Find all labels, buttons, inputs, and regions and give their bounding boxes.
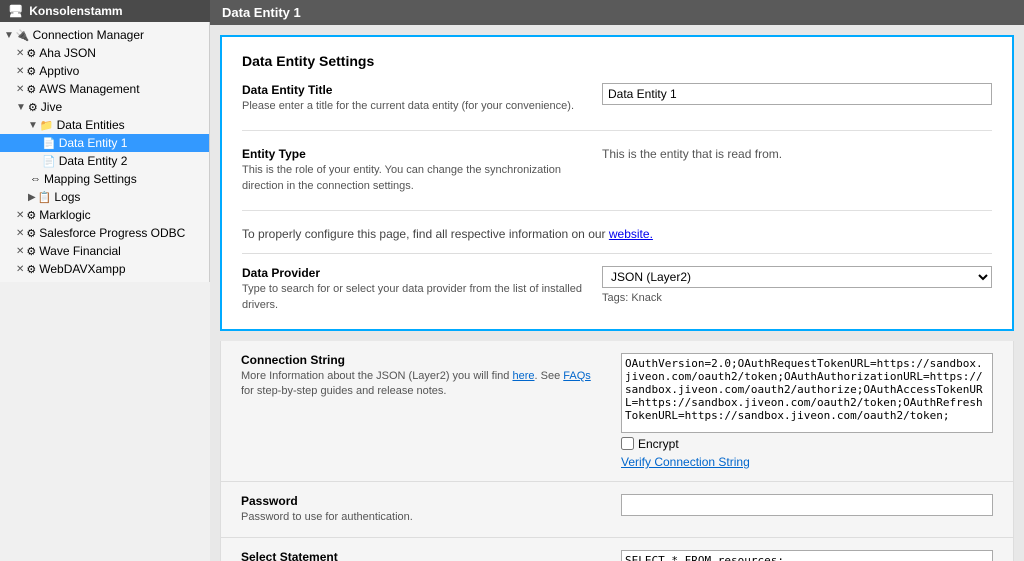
select-statement-section: Select Statement Please specify ... SELE… bbox=[220, 538, 1014, 561]
select-statement-label: Select Statement bbox=[241, 550, 601, 561]
conn-desc-text2: . See bbox=[535, 370, 564, 382]
sidebar-item-logs[interactable]: ▶ 📋 Logs bbox=[0, 188, 209, 206]
connection-manager-icon: 🔌 bbox=[16, 29, 30, 42]
encrypt-checkbox[interactable] bbox=[621, 437, 634, 450]
arrow-icon: ▼ bbox=[4, 30, 14, 41]
conn-desc-text3: for step-by-step guides and release note… bbox=[241, 385, 446, 397]
main-header-title: Data Entity 1 bbox=[222, 5, 301, 20]
encrypt-label: Encrypt bbox=[638, 437, 679, 451]
arrow-icon: ✕ bbox=[16, 210, 24, 221]
salesforce-icon: ⚙ bbox=[26, 227, 36, 240]
konsolenstamm-icon: 🖥 bbox=[8, 4, 23, 18]
sidebar-item-data-entity-2[interactable]: 📄 Data Entity 2 bbox=[0, 152, 209, 170]
data-provider-row: Data Provider Type to search for or sele… bbox=[242, 266, 992, 313]
sidebar-item-webdavxampp[interactable]: ✕ ⚙ WebDAVXampp bbox=[0, 260, 209, 278]
select-statement-textarea[interactable]: SELECT * FROM resources; bbox=[621, 550, 993, 561]
data-provider-label: Data Provider bbox=[242, 266, 586, 280]
webdav-icon: ⚙ bbox=[26, 263, 36, 276]
entity-type-row: Entity Type This is the role of your ent… bbox=[242, 147, 992, 211]
sidebar-label: Marklogic bbox=[39, 208, 90, 222]
marklogic-icon: ⚙ bbox=[26, 209, 36, 222]
info-text: To properly configure this page, find al… bbox=[242, 227, 609, 241]
arrow-icon: ✕ bbox=[16, 48, 24, 59]
sidebar-label: AWS Management bbox=[39, 82, 139, 96]
sidebar-item-salesforce[interactable]: ✕ ⚙ Salesforce Progress ODBC bbox=[0, 224, 209, 242]
entity-type-value: This is the entity that is read from. bbox=[602, 147, 782, 161]
conn-desc-text1: More Information about the JSON (Layer2)… bbox=[241, 370, 512, 382]
entity-type-label: Entity Type bbox=[242, 147, 586, 161]
info-bar: To properly configure this page, find al… bbox=[242, 227, 992, 241]
sidebar-label: Data Entity 1 bbox=[59, 136, 128, 150]
logs-icon: 📋 bbox=[38, 191, 52, 204]
arrow-icon: ▼ bbox=[16, 102, 26, 113]
connection-string-label: Connection String bbox=[241, 353, 601, 367]
arrow-icon: ✕ bbox=[16, 246, 24, 257]
sidebar-label: Jive bbox=[41, 100, 62, 114]
conn-faqs-link[interactable]: FAQs bbox=[563, 370, 591, 382]
arrow-icon: ✕ bbox=[16, 84, 24, 95]
entity-type-desc: This is the role of your entity. You can… bbox=[242, 163, 586, 194]
arrow-icon: ✕ bbox=[16, 66, 24, 77]
sidebar-header: 🖥 Konsolenstamm bbox=[0, 0, 210, 22]
sidebar-label: Mapping Settings bbox=[44, 172, 137, 186]
sidebar-item-marklogic[interactable]: ✕ ⚙ Marklogic bbox=[0, 206, 209, 224]
data-provider-select[interactable]: JSON (Layer2) bbox=[602, 266, 992, 288]
sidebar-label: Data Entities bbox=[57, 118, 125, 132]
connection-string-textarea[interactable]: OAuthVersion=2.0;OAuthRequestTokenURL=ht… bbox=[621, 353, 993, 433]
jive-icon: ⚙ bbox=[28, 101, 38, 114]
connection-string-desc: More Information about the JSON (Layer2)… bbox=[241, 369, 601, 400]
sidebar-item-aws-management[interactable]: ✕ ⚙ AWS Management bbox=[0, 80, 209, 98]
sidebar-item-data-entities[interactable]: ▼ 📁 Data Entities bbox=[0, 116, 209, 134]
conn-here-link[interactable]: here bbox=[512, 370, 534, 382]
sidebar: ▼ 🔌 Connection Manager ✕ ⚙ Aha JSON ✕ ⚙ … bbox=[0, 22, 210, 282]
file-icon: 📄 bbox=[42, 137, 56, 150]
wave-icon: ⚙ bbox=[26, 245, 36, 258]
aws-icon: ⚙ bbox=[26, 83, 36, 96]
arrow-icon: ▼ bbox=[28, 120, 38, 131]
sidebar-label: Salesforce Progress ODBC bbox=[39, 226, 185, 240]
mapping-icon: ⇔ bbox=[30, 173, 41, 185]
sidebar-label: Logs bbox=[54, 190, 80, 204]
arrow-icon: ✕ bbox=[16, 228, 24, 239]
connection-string-section: Connection String More Information about… bbox=[220, 341, 1014, 482]
verify-connection-link[interactable]: Verify Connection String bbox=[621, 455, 993, 469]
entity-title-label: Data Entity Title bbox=[242, 83, 586, 97]
main-panel: Data Entity 1 Data Entity Settings Data … bbox=[210, 0, 1024, 561]
sidebar-header-title: Konsolenstamm bbox=[29, 4, 122, 18]
sidebar-item-apptivo[interactable]: ✕ ⚙ Apptivo bbox=[0, 62, 209, 80]
password-input[interactable] bbox=[621, 494, 993, 516]
sidebar-label: Apptivo bbox=[39, 64, 79, 78]
sidebar-label: Wave Financial bbox=[39, 244, 121, 258]
arrow-icon: ✕ bbox=[16, 264, 24, 275]
folder-icon: 📁 bbox=[40, 119, 54, 132]
settings-title: Data Entity Settings bbox=[242, 53, 992, 69]
encrypt-row: Encrypt bbox=[621, 437, 993, 451]
password-desc: Password to use for authentication. bbox=[241, 510, 601, 525]
sidebar-item-wave-financial[interactable]: ✕ ⚙ Wave Financial bbox=[0, 242, 209, 260]
sidebar-label: Connection Manager bbox=[33, 28, 144, 42]
main-header: Data Entity 1 bbox=[210, 0, 1024, 25]
sidebar-label: Data Entity 2 bbox=[59, 154, 128, 168]
sidebar-item-aha-json[interactable]: ✕ ⚙ Aha JSON bbox=[0, 44, 209, 62]
main-content: Data Entity Settings Data Entity Title P… bbox=[210, 25, 1024, 561]
sidebar-item-connection-manager[interactable]: ▼ 🔌 Connection Manager bbox=[0, 26, 209, 44]
sidebar-item-mapping-settings[interactable]: ⇔ Mapping Settings bbox=[0, 170, 209, 188]
arrow-icon: ▶ bbox=[28, 192, 36, 203]
sidebar-label: WebDAVXampp bbox=[39, 262, 125, 276]
apptivo-icon: ⚙ bbox=[26, 65, 36, 78]
data-provider-desc: Type to search for or select your data p… bbox=[242, 282, 586, 313]
entity-title-input[interactable] bbox=[602, 83, 992, 105]
info-link[interactable]: website. bbox=[609, 227, 653, 241]
aha-json-icon: ⚙ bbox=[26, 47, 36, 60]
entity-title-row: Data Entity Title Please enter a title f… bbox=[242, 83, 992, 131]
password-section: Password Password to use for authenticat… bbox=[220, 482, 1014, 538]
sidebar-item-jive[interactable]: ▼ ⚙ Jive bbox=[0, 98, 209, 116]
entity-title-desc: Please enter a title for the current dat… bbox=[242, 99, 586, 114]
sidebar-item-data-entity-1[interactable]: 📄 Data Entity 1 bbox=[0, 134, 209, 152]
tags-label: Tags: Knack bbox=[602, 292, 662, 304]
file-icon: 📄 bbox=[42, 155, 56, 168]
password-label: Password bbox=[241, 494, 601, 508]
sidebar-label: Aha JSON bbox=[39, 46, 96, 60]
settings-panel: Data Entity Settings Data Entity Title P… bbox=[220, 35, 1014, 331]
